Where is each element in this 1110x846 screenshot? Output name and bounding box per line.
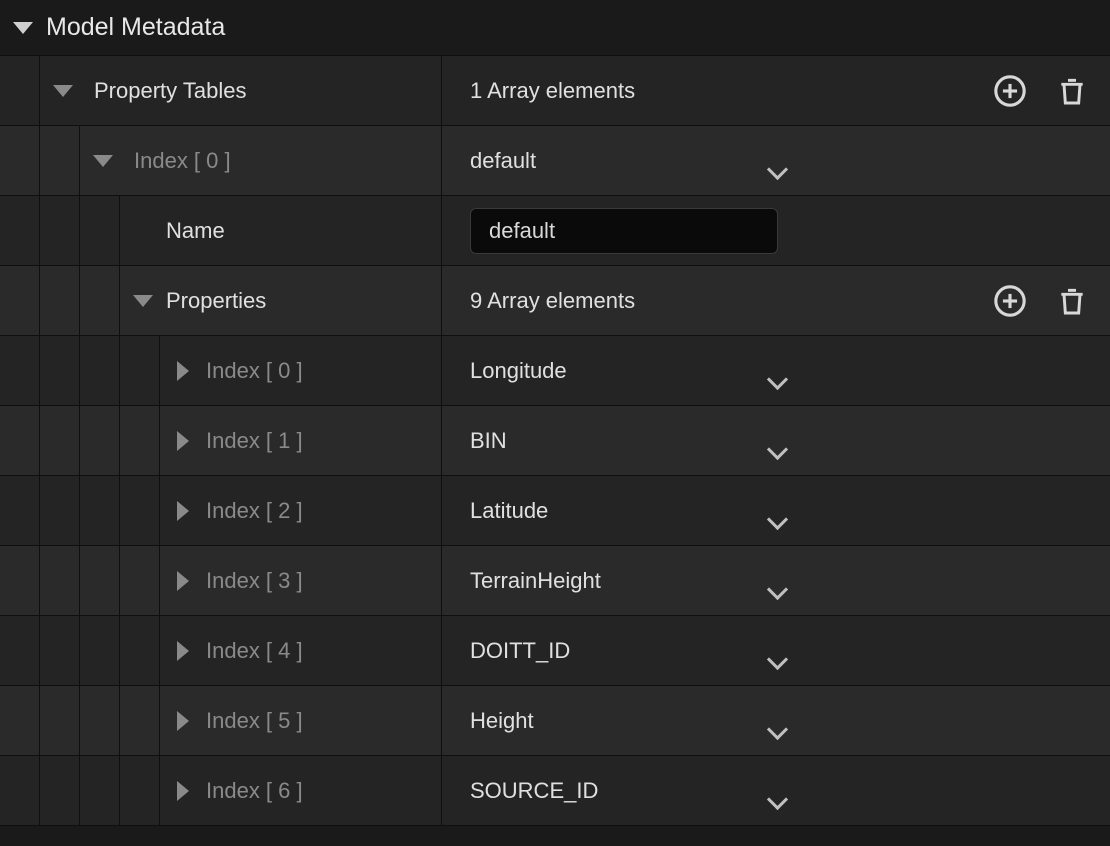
- property-index-label: Index [ 3 ]: [206, 568, 303, 594]
- dropdown-value: default: [470, 148, 536, 174]
- property-item-row: Index [ 2 ] Latitude: [0, 476, 1110, 546]
- index-label: Index [ 0 ]: [126, 148, 231, 174]
- property-item-row: Index [ 5 ] Height: [0, 686, 1110, 756]
- property-index-label: Index [ 0 ]: [206, 358, 303, 384]
- array-summary: 9 Array elements: [470, 288, 635, 314]
- name-label: Name: [166, 218, 225, 244]
- property-tables-row: Property Tables 1 Array elements: [0, 56, 1110, 126]
- property-value-dropdown[interactable]: Latitude: [470, 498, 770, 524]
- expand-icon[interactable]: [13, 22, 33, 34]
- expand-icon[interactable]: [133, 295, 153, 307]
- property-value-dropdown[interactable]: SOURCE_ID: [470, 778, 770, 804]
- dropdown-value: Longitude: [470, 358, 567, 384]
- delete-button[interactable]: [1054, 73, 1090, 109]
- property-item-row: Index [ 4 ] DOITT_ID: [0, 616, 1110, 686]
- expand-icon[interactable]: [177, 501, 189, 521]
- property-index-label: Index [ 5 ]: [206, 708, 303, 734]
- expand-icon[interactable]: [177, 641, 189, 661]
- property-index-label: Index [ 4 ]: [206, 638, 303, 664]
- property-index-label: Index [ 2 ]: [206, 498, 303, 524]
- dropdown-value: Latitude: [470, 498, 548, 524]
- expand-icon[interactable]: [53, 85, 73, 97]
- dropdown-value: SOURCE_ID: [470, 778, 598, 804]
- property-item-row: Index [ 0 ] Longitude: [0, 336, 1110, 406]
- index-0-row: Index [ 0 ] default: [0, 126, 1110, 196]
- delete-button[interactable]: [1054, 283, 1090, 319]
- property-item-row: Index [ 1 ] BIN: [0, 406, 1110, 476]
- dropdown-value: BIN: [470, 428, 507, 454]
- section-title: Model Metadata: [46, 13, 225, 42]
- dropdown-value: TerrainHeight: [470, 568, 601, 594]
- property-value-dropdown[interactable]: DOITT_ID: [470, 638, 770, 664]
- property-index-label: Index [ 6 ]: [206, 778, 303, 804]
- dropdown-value: Height: [470, 708, 534, 734]
- expand-icon[interactable]: [93, 155, 113, 167]
- property-item-row: Index [ 3 ] TerrainHeight: [0, 546, 1110, 616]
- property-item-row: Index [ 6 ] SOURCE_ID: [0, 756, 1110, 826]
- name-row: Name: [0, 196, 1110, 266]
- add-element-button[interactable]: [992, 73, 1028, 109]
- expand-icon[interactable]: [177, 361, 189, 381]
- section-header: Model Metadata: [0, 0, 1110, 56]
- name-input[interactable]: [470, 208, 778, 254]
- property-value-dropdown[interactable]: Height: [470, 708, 770, 734]
- dropdown-value: DOITT_ID: [470, 638, 570, 664]
- property-value-dropdown[interactable]: TerrainHeight: [470, 568, 770, 594]
- property-tables-label: Property Tables: [86, 78, 246, 104]
- expand-icon[interactable]: [177, 711, 189, 731]
- property-value-dropdown[interactable]: BIN: [470, 428, 770, 454]
- add-element-button[interactable]: [992, 283, 1028, 319]
- property-value-dropdown[interactable]: Longitude: [470, 358, 770, 384]
- expand-icon[interactable]: [177, 781, 189, 801]
- expand-icon[interactable]: [177, 431, 189, 451]
- properties-label: Properties: [166, 288, 266, 314]
- property-index-label: Index [ 1 ]: [206, 428, 303, 454]
- array-summary: 1 Array elements: [470, 78, 635, 104]
- properties-row: Properties 9 Array elements: [0, 266, 1110, 336]
- index-0-dropdown[interactable]: default: [470, 148, 770, 174]
- expand-icon[interactable]: [177, 571, 189, 591]
